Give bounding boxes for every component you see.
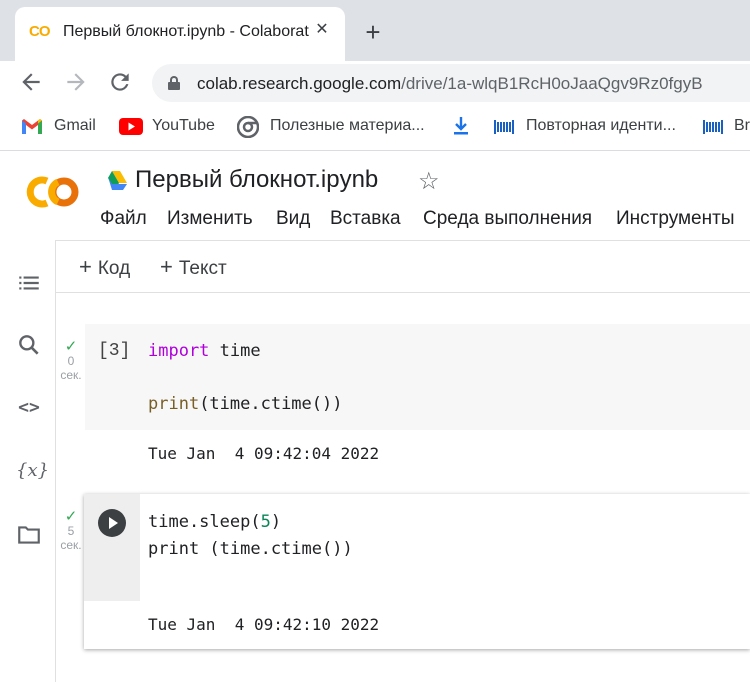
code-line[interactable]: import time [148, 341, 261, 361]
cell-output: Tue Jan 4 09:42:04 2022 [148, 444, 380, 463]
address-bar[interactable]: colab.research.google.com/drive/1a-wlqB1… [152, 64, 750, 102]
barcode-icon [494, 120, 514, 139]
browser-toolbar: colab.research.google.com/drive/1a-wlqB1… [0, 61, 750, 107]
colab-favicon-icon: CO [29, 23, 50, 40]
code-line[interactable]: time.sleep(5) [148, 512, 281, 532]
url-text: colab.research.google.com/drive/1a-wlqB1… [197, 74, 703, 93]
search-icon[interactable] [16, 332, 42, 358]
reload-icon[interactable] [107, 69, 133, 95]
bookmark-useful[interactable]: Полезные материа... [270, 117, 425, 135]
star-icon[interactable]: ☆ [418, 167, 440, 196]
left-sidebar: <> {x} [0, 240, 56, 682]
cell-status: ✓ 0 сек. [57, 338, 85, 382]
code-snippets-icon[interactable]: <> [16, 395, 42, 421]
forward-icon[interactable] [63, 69, 89, 95]
add-code-button[interactable]: + Код [79, 254, 130, 280]
google-drive-icon[interactable] [105, 171, 127, 191]
menu-view[interactable]: Вид [276, 208, 310, 230]
add-text-button[interactable]: + Текст [160, 254, 227, 280]
variables-icon[interactable]: {x} [16, 458, 49, 484]
colab-logo[interactable] [22, 172, 82, 212]
execution-count: [3] [98, 341, 131, 361]
tab-title: Первый блокнот.ipynb - Colaboratory [63, 23, 309, 40]
cell-gutter [84, 494, 140, 601]
code-cell[interactable] [85, 324, 750, 430]
menu-runtime[interactable]: Среда выполнения [423, 208, 592, 230]
download-icon[interactable] [453, 117, 469, 140]
notebook-title[interactable]: Первый блокнот.ipynb [135, 166, 378, 194]
lock-icon [168, 76, 180, 90]
youtube-icon [119, 118, 143, 140]
chrome-divider [0, 150, 750, 151]
folder-icon[interactable] [16, 522, 42, 548]
barcode-icon [703, 120, 723, 139]
cell-output: Tue Jan 4 09:42:10 2022 [148, 615, 380, 634]
toolbar-divider [55, 292, 750, 293]
tab-strip: CO Первый блокнот.ipynb - Colaboratory ✕… [0, 0, 750, 61]
bookmark-gmail[interactable]: Gmail [54, 117, 96, 135]
bookmark-youtube[interactable]: YouTube [152, 117, 215, 135]
browser-tab[interactable]: CO Первый блокнот.ipynb - Colaboratory ✕ [15, 7, 345, 61]
menu-file[interactable]: Файл [100, 208, 147, 230]
run-cell-button[interactable] [98, 509, 126, 537]
menu-insert[interactable]: Вставка [330, 208, 401, 230]
back-icon[interactable] [18, 69, 44, 95]
bookmark-br[interactable]: Br [734, 117, 750, 135]
check-icon: ✓ [64, 338, 78, 355]
code-line[interactable]: print (time.ctime()) [148, 539, 353, 559]
check-icon: ✓ [64, 508, 78, 525]
new-tab-icon[interactable]: + [360, 19, 386, 45]
cell-status: ✓ 5 сек. [57, 508, 85, 552]
table-of-contents-icon[interactable] [16, 270, 42, 296]
menu-edit[interactable]: Изменить [167, 208, 253, 230]
chrome-app-icon [236, 115, 260, 143]
menu-tools[interactable]: Инструменты [616, 208, 734, 230]
gmail-icon [22, 119, 42, 139]
header-divider [55, 240, 750, 241]
bookmarks-bar: Gmail YouTube Полезные материа... Повтор… [0, 107, 750, 145]
code-line[interactable]: print(time.ctime()) [148, 394, 342, 414]
bookmark-repeat-id[interactable]: Повторная иденти... [526, 117, 676, 135]
close-icon[interactable]: ✕ [312, 20, 332, 40]
